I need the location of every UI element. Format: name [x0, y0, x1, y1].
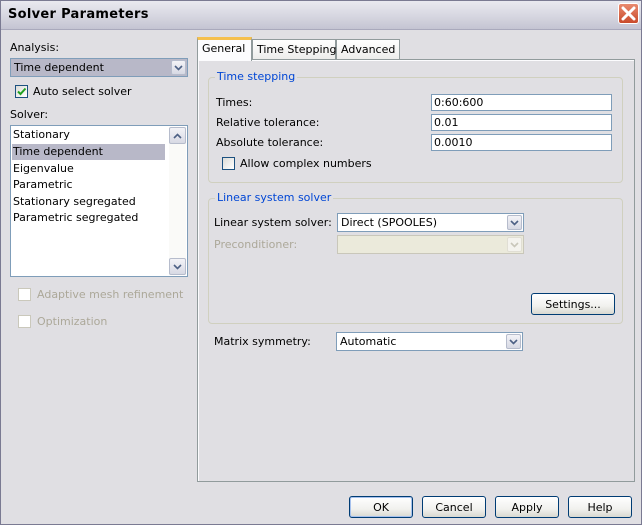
- solver-item-parametric-segregated[interactable]: Parametric segregated: [12, 210, 165, 226]
- scroll-up-button[interactable]: [169, 127, 186, 144]
- solver-item-time-dependent[interactable]: Time dependent: [12, 144, 165, 160]
- linear-system-solver-group: Linear system solver Linear system solve…: [208, 191, 623, 324]
- ok-button[interactable]: OK: [349, 496, 413, 518]
- time-stepping-title: Time stepping: [215, 70, 298, 83]
- chevron-down-icon[interactable]: [506, 334, 521, 349]
- auto-select-solver-label: Auto select solver: [33, 85, 132, 98]
- window-title: Solver Parameters: [8, 7, 149, 22]
- preconditioner-label: Preconditioner:: [214, 238, 298, 251]
- relative-tolerance-label: Relative tolerance:: [216, 116, 320, 129]
- matrix-symmetry-label: Matrix symmetry:: [214, 335, 311, 348]
- allow-complex-numbers-checkbox[interactable]: [222, 157, 235, 170]
- preconditioner-dropdown[interactable]: [337, 235, 524, 254]
- time-stepping-group: Time stepping Times: 0:60:600 Relative t…: [208, 70, 623, 183]
- solver-item-eigenvalue[interactable]: Eigenvalue: [12, 161, 165, 177]
- solver-item-parametric[interactable]: Parametric: [12, 177, 165, 193]
- matrix-symmetry-dropdown[interactable]: Automatic: [336, 332, 523, 351]
- solver-item-stationary-segregated[interactable]: Stationary segregated: [12, 194, 165, 210]
- tab-advanced[interactable]: Advanced: [336, 39, 400, 60]
- settings-button[interactable]: Settings...: [531, 293, 615, 315]
- linear-system-solver-value: Direct (SPOOLES): [341, 216, 438, 229]
- close-button[interactable]: [618, 3, 639, 24]
- analysis-dropdown[interactable]: Time dependent: [10, 58, 188, 77]
- cancel-button[interactable]: Cancel: [422, 496, 486, 518]
- tab-general[interactable]: General: [197, 37, 252, 61]
- linear-system-solver-title: Linear system solver: [215, 191, 334, 204]
- linear-system-solver-label: Linear system solver:: [214, 216, 332, 229]
- title-bar: Solver Parameters: [1, 1, 641, 30]
- analysis-value: Time dependent: [14, 61, 104, 74]
- chevron-down-icon[interactable]: [507, 237, 522, 252]
- absolute-tolerance-label: Absolute tolerance:: [216, 136, 324, 149]
- relative-tolerance-input[interactable]: 0.01: [431, 114, 612, 131]
- times-label: Times:: [216, 96, 253, 109]
- analysis-label: Analysis:: [10, 41, 60, 54]
- linear-system-solver-dropdown[interactable]: Direct (SPOOLES): [337, 213, 524, 232]
- help-button[interactable]: Help: [568, 496, 632, 518]
- general-tab-panel: Time stepping Times: 0:60:600 Relative t…: [197, 59, 635, 482]
- adaptive-mesh-refinement-label: Adaptive mesh refinement: [37, 288, 184, 301]
- solver-label: Solver:: [10, 108, 49, 121]
- times-input[interactable]: 0:60:600: [431, 94, 612, 111]
- checkmark-icon: [17, 87, 27, 96]
- close-icon: [621, 6, 636, 21]
- solver-item-stationary[interactable]: Stationary: [12, 127, 165, 143]
- chevron-down-icon: [173, 263, 182, 270]
- solver-listbox[interactable]: Stationary Time dependent Eigenvalue Par…: [10, 125, 188, 277]
- tab-time-stepping[interactable]: Time Stepping: [252, 39, 336, 60]
- optimization-label: Optimization: [37, 315, 108, 328]
- scroll-down-button[interactable]: [169, 258, 186, 275]
- chevron-down-icon[interactable]: [507, 215, 522, 230]
- solver-scrollbar[interactable]: [169, 127, 186, 275]
- chevron-down-icon[interactable]: [171, 60, 186, 75]
- chevron-up-icon: [173, 132, 182, 139]
- optimization-checkbox[interactable]: [18, 315, 31, 328]
- matrix-symmetry-value: Automatic: [340, 335, 397, 348]
- solver-parameters-dialog: Solver Parameters Analysis: Time depende…: [0, 0, 642, 525]
- auto-select-solver-checkbox[interactable]: [15, 85, 28, 98]
- adaptive-mesh-refinement-checkbox[interactable]: [18, 288, 31, 301]
- absolute-tolerance-input[interactable]: 0.0010: [431, 134, 612, 151]
- apply-button[interactable]: Apply: [495, 496, 559, 518]
- allow-complex-numbers-label: Allow complex numbers: [240, 157, 372, 170]
